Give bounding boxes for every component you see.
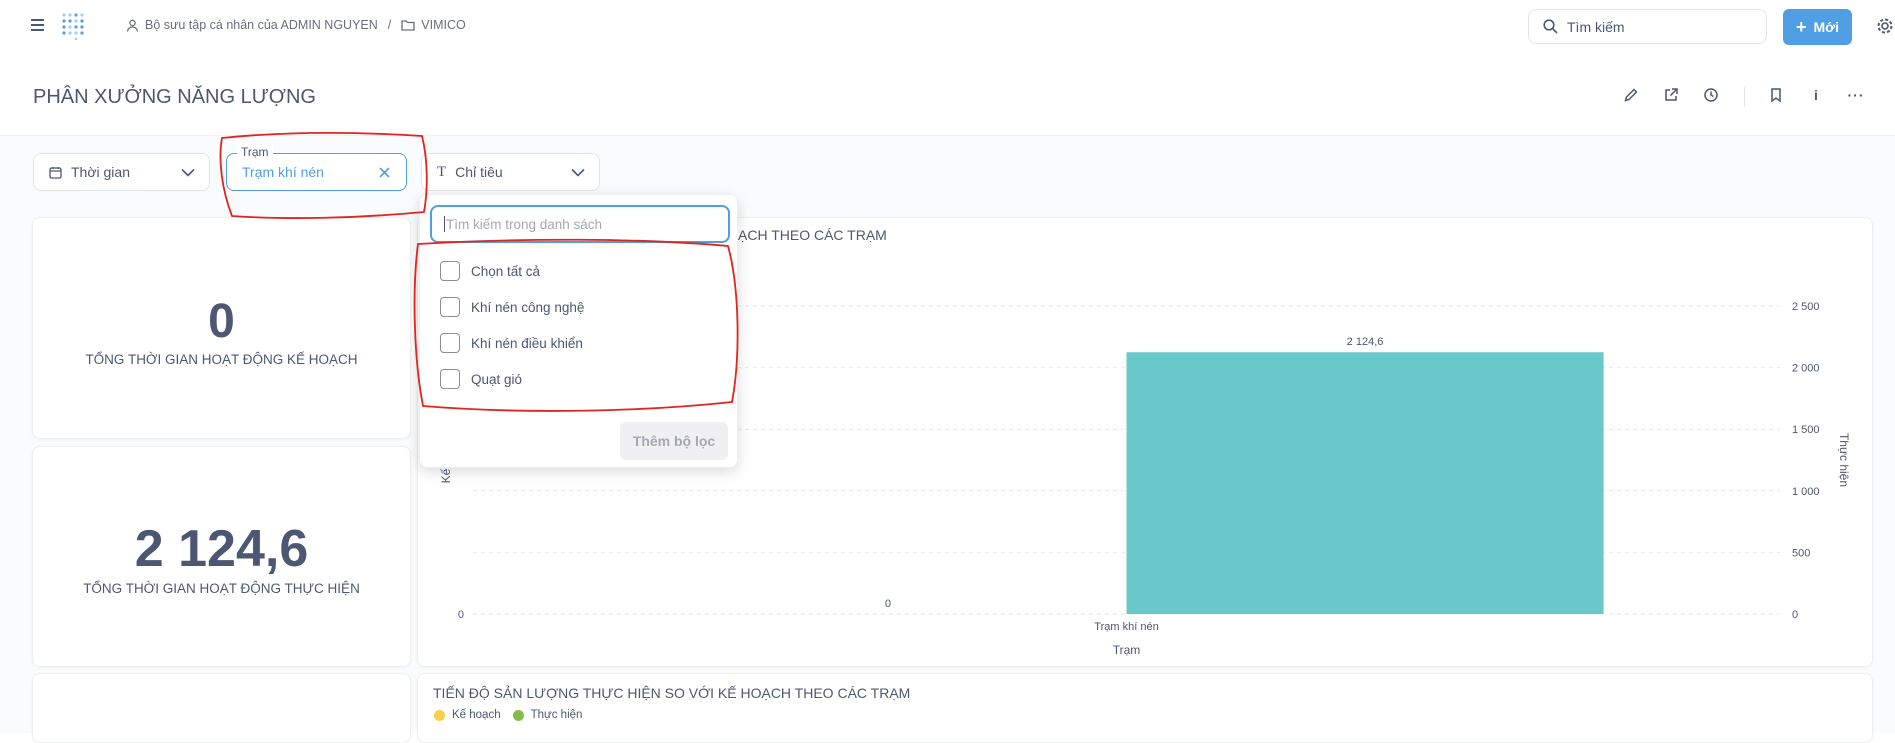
calendar-icon xyxy=(49,166,62,179)
bar-data-label: 2 124,6 xyxy=(1347,336,1384,348)
option-label: Khí nén công nghệ xyxy=(471,299,585,315)
filter-station[interactable]: Trạm Trạm khí nén xyxy=(226,145,407,191)
gear-icon[interactable] xyxy=(1876,17,1894,35)
kpi-value: 0 xyxy=(208,295,235,348)
filter-metric-label: Chỉ tiêu xyxy=(455,164,503,180)
breadcrumb-collection-link[interactable]: Bộ sưu tập cá nhân của ADMIN NGUYEN xyxy=(145,18,378,32)
legend-label-actual[interactable]: Thực hiện xyxy=(531,709,583,721)
header-divider xyxy=(1744,87,1745,107)
new-button[interactable]: + Mới xyxy=(1783,9,1852,45)
person-icon xyxy=(126,19,139,32)
legend-label-planned[interactable]: Kế hoạch xyxy=(452,709,501,721)
x-axis-title: Trạm xyxy=(1113,643,1141,657)
kpi-label: TỔNG THỜI GIAN HOẠT ĐỘNG KẾ HOẠCH xyxy=(85,352,358,367)
share-icon[interactable] xyxy=(1661,85,1681,105)
header-actions-right: i ··· xyxy=(1766,85,1866,105)
search-bar[interactable]: Tìm kiếm xyxy=(1528,9,1767,44)
filter-station-value: Trạm khí nén xyxy=(242,164,324,180)
top-navbar: Bộ sưu tập cá nhân của ADMIN NGUYEN / VI… xyxy=(0,0,1895,52)
filter-metric[interactable]: T Chỉ tiêu xyxy=(421,153,600,191)
plus-icon: + xyxy=(1795,17,1807,37)
checkbox[interactable] xyxy=(440,297,460,317)
list-search-input[interactable]: Tìm kiếm trong danh sách xyxy=(430,205,730,243)
chart-legend: Kế hoạch Thực hiện xyxy=(434,709,582,721)
list-search-placeholder: Tìm kiếm trong danh sách xyxy=(446,216,603,232)
kpi-label: TỔNG THỜI GIAN HOẠT ĐỘNG THỰC HIỆN xyxy=(83,581,360,596)
pencil-icon[interactable] xyxy=(1621,85,1641,105)
folder-icon xyxy=(401,20,415,31)
right-axis-tick-label: 500 xyxy=(1792,547,1810,559)
text-type-icon: T xyxy=(437,163,447,180)
left-axis-tick-label: 0 xyxy=(458,609,464,621)
left-axis-title: Kế xyxy=(439,468,453,483)
right-axis-tick-label: 1 500 xyxy=(1792,424,1820,436)
option-label: Chọn tất cả xyxy=(471,263,541,279)
menu-icon[interactable] xyxy=(31,19,44,31)
header-actions xyxy=(1621,85,1721,105)
option-item[interactable]: Quạt gió xyxy=(440,369,522,389)
option-select-all[interactable]: Chọn tất cả xyxy=(440,261,540,281)
x-axis-tick-label: Trạm khí nén xyxy=(1094,621,1158,633)
option-label: Khí nén điều khiển xyxy=(471,335,583,351)
dashboard-header: PHÂN XƯỞNG NĂNG LƯỢNG i ··· xyxy=(0,52,1895,136)
breadcrumb-separator: / xyxy=(387,18,392,32)
clock-icon[interactable] xyxy=(1701,85,1721,105)
kpi-card-actual: 2 124,6 TỔNG THỜI GIAN HOẠT ĐỘNG THỰC HI… xyxy=(32,446,411,667)
breadcrumb: Bộ sưu tập cá nhân của ADMIN NGUYEN / VI… xyxy=(126,18,466,32)
right-axis-tick-label: 2 000 xyxy=(1792,363,1820,375)
metabase-logo-icon[interactable] xyxy=(61,12,88,40)
checkbox[interactable] xyxy=(440,369,460,389)
legend-dot-planned xyxy=(434,709,445,721)
chart-title: TIẾN ĐỘ SẢN LƯỢNG THỰC HIỆN SO VỚI KẾ HO… xyxy=(433,685,911,701)
right-axis-title: Thực hiện xyxy=(1837,433,1851,487)
add-filter-button[interactable]: Thêm bộ lọc xyxy=(620,422,728,460)
search-icon xyxy=(1543,19,1558,34)
right-axis-tick-label: 0 xyxy=(1792,609,1798,621)
search-label: Tìm kiếm xyxy=(1567,18,1625,35)
filter-time[interactable]: Thời gian xyxy=(33,153,210,191)
bookmark-icon[interactable] xyxy=(1766,85,1786,105)
kpi-value: 2 124,6 xyxy=(134,520,309,578)
page-title: PHÂN XƯỞNG NĂNG LƯỢNG xyxy=(33,86,316,108)
chevron-down-icon xyxy=(181,168,195,177)
close-icon[interactable] xyxy=(379,166,390,178)
right-axis-tick-label: 2 500 xyxy=(1792,301,1820,313)
bar-data-label: 0 xyxy=(885,598,891,610)
info-icon[interactable]: i xyxy=(1806,85,1826,105)
option-label: Quạt gió xyxy=(471,371,523,387)
legend-dot-actual xyxy=(512,709,524,721)
more-options-icon[interactable]: ··· xyxy=(1846,85,1866,105)
option-item[interactable]: Khí nén công nghệ xyxy=(440,297,584,317)
filter-time-label: Thời gian xyxy=(71,164,130,180)
bar-actual xyxy=(1126,352,1604,614)
option-item[interactable]: Khí nén điều khiển xyxy=(440,333,583,353)
chevron-down-icon xyxy=(571,168,585,177)
right-axis-tick-label: 1 000 xyxy=(1792,486,1820,498)
checkbox[interactable] xyxy=(440,333,460,353)
filter-station-field-label: Trạm xyxy=(237,145,273,159)
checkbox[interactable] xyxy=(440,261,460,281)
text-cursor xyxy=(444,216,445,232)
station-filter-popover: Tìm kiếm trong danh sách Chọn tất cả Khí… xyxy=(419,194,738,468)
new-button-label: Mới xyxy=(1813,19,1840,35)
kpi-card-planned: 0 TỔNG THỜI GIAN HOẠT ĐỘNG KẾ HOẠCH xyxy=(32,217,411,439)
breadcrumb-folder-link[interactable]: VIMICO xyxy=(421,18,465,32)
